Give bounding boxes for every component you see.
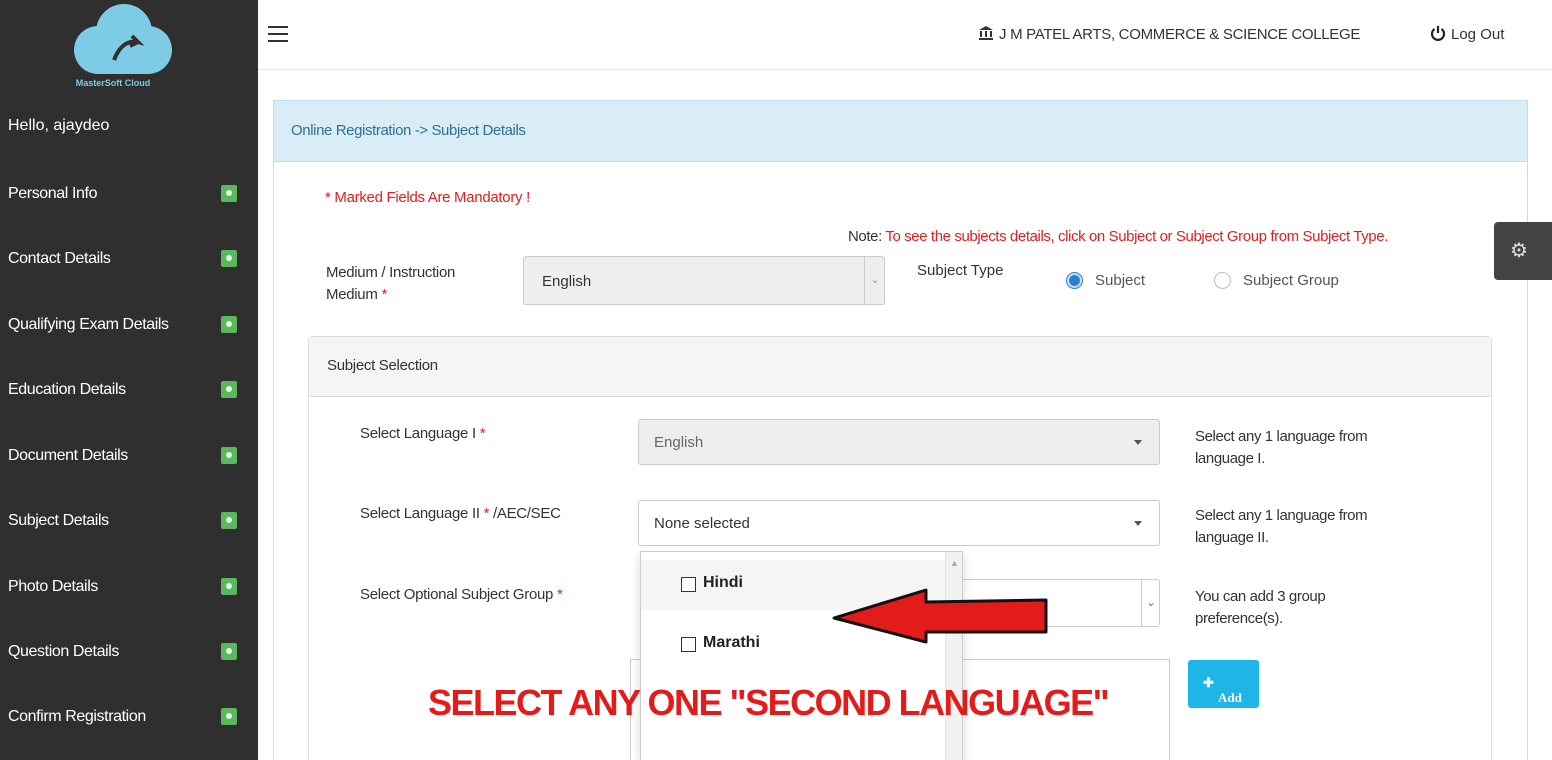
power-icon[interactable] [1430,25,1446,41]
optional-group-hint: You can add 3 group preference(s). [1195,588,1326,627]
subject-type-radio-subject[interactable] [1066,272,1083,289]
institution-icon [979,26,993,40]
sidebar-item-label: Question Details [8,643,119,660]
medium-label-text: Medium / Instruction Medium [326,264,456,303]
sidebar-item-label: Document Details [8,447,128,464]
cloud-logo-icon [74,4,172,74]
checkbox[interactable] [681,637,696,652]
option-label: Marathi [703,634,760,651]
language2-label-suffix: /AEC/SEC [493,505,561,522]
sidebar-item-subject-details[interactable]: Subject Details [8,508,258,538]
required-marker: * [479,425,486,442]
subject-type-radio-subject-group[interactable] [1214,272,1231,289]
logo-text: MasterSoft Cloud [75,78,151,88]
topbar: J M PATEL ARTS, COMMERCE & SCIENCE COLLE… [258,0,1552,70]
dashboard-icon [221,185,237,202]
scroll-up-icon[interactable]: ▲ [950,558,959,568]
add-button-label: ✚ Add [1203,675,1242,705]
sidebar-item-photo-details[interactable]: Photo Details [8,574,258,604]
medium-label: Medium / Instruction Medium * [326,262,496,306]
sidebar-item-label: Confirm Registration [8,708,146,725]
dashboard-icon [221,512,237,529]
subject-type-option-label[interactable]: Subject [1095,272,1145,289]
language1-hint: Select any 1 language from language I. [1195,428,1368,467]
sidebar-item-label: Subject Details [8,512,109,529]
medium-value: English [542,273,592,290]
sidebar-item-label: Personal Info [8,185,98,202]
language2-label: Select Language II * /AEC/SEC [360,505,561,522]
annotation-arrow-icon [832,588,1048,644]
chevron-down-icon: ⌄ [864,257,885,304]
gear-icon: ⚙ [1510,240,1528,262]
caret-down-icon [1134,440,1142,445]
sidebar-item-personal-info[interactable]: Personal Info [8,181,258,211]
logout-link[interactable]: Log Out [1451,26,1504,43]
sidebar-item-qualifying-exam-details[interactable]: Qualifying Exam Details [8,312,258,342]
language2-value: None selected [654,515,750,532]
checkbox[interactable] [681,577,696,592]
sidebar-item-label: Photo Details [8,578,98,595]
dashboard-icon [221,578,237,595]
optional-group-label: Select Optional Subject Group * [360,586,563,603]
required-marker: * [556,586,563,603]
language2-hint: Select any 1 language from language II. [1195,507,1368,546]
sidebar-item-education-details[interactable]: Education Details [8,377,258,407]
required-marker: * [483,505,490,522]
dashboard-icon [221,447,237,464]
user-greeting: Hello, ajaydeo [8,117,110,134]
medium-select[interactable]: English ⌄ [523,256,885,305]
language2-label-text: Select Language II [360,505,480,522]
mastersoft-logo[interactable]: MasterSoft Cloud [8,0,258,98]
sidebar: MasterSoft Cloud Hello, ajaydeo Personal… [0,0,258,760]
sidebar-item-contact-details[interactable]: Contact Details [8,246,258,276]
caret-down-icon [1134,521,1142,526]
dashboard-icon [221,643,237,660]
college-name: J M PATEL ARTS, COMMERCE & SCIENCE COLLE… [999,26,1361,43]
language2-select[interactable]: None selected [638,500,1160,546]
dashboard-icon [221,708,237,725]
note-text: To see the subjects details, click on Su… [885,228,1388,245]
language1-label: Select Language I * [360,425,486,442]
chevron-down-icon: ⌄ [1141,580,1160,626]
subject-type-option-label[interactable]: Subject Group [1243,272,1339,289]
sidebar-item-question-details[interactable]: Question Details [8,639,258,669]
subject-selection-heading: Subject Selection [309,337,1491,397]
dropdown-scrollbar[interactable]: ▲ [945,552,962,760]
settings-tab[interactable]: ⚙ [1494,222,1552,280]
sidebar-item-document-details[interactable]: Document Details [8,443,258,473]
hamburger-menu-icon[interactable] [268,26,288,42]
note-label: Note: [848,228,882,245]
sidebar-item-label: Qualifying Exam Details [8,316,169,333]
add-group-button[interactable]: ✚ Add [1188,660,1259,708]
sidebar-item-confirm-registration[interactable]: Confirm Registration [8,704,258,734]
breadcrumb: Online Registration -> Subject Details [291,122,526,139]
optional-group-label-text: Select Optional Subject Group [360,586,554,603]
language1-value: English [654,434,704,451]
subject-details-note: Note: To see the subjects details, click… [848,228,1388,245]
add-label: Add [1218,690,1242,705]
annotation-text: SELECT ANY ONE "SECOND LANGUAGE" [428,682,1110,723]
sidebar-item-label: Contact Details [8,250,111,267]
sidebar-item-label: Education Details [8,381,126,398]
subject-selection-title: Subject Selection [327,357,438,374]
subject-type-label: Subject Type [917,262,1004,279]
language1-label-text: Select Language I [360,425,476,442]
language2-dropdown: Hindi Marathi ▲ [640,551,963,760]
language1-select[interactable]: English [638,419,1160,465]
dashboard-icon [221,250,237,267]
dashboard-icon [221,316,237,333]
dashboard-icon [221,381,237,398]
required-marker: * [381,286,387,303]
mandatory-note: * Marked Fields Are Mandatory ! [325,189,530,206]
option-label: Hindi [703,574,743,591]
panel-heading: Online Registration -> Subject Details [274,101,1527,162]
